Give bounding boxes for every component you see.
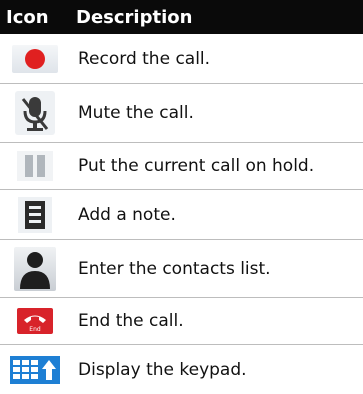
end-label: End	[29, 326, 41, 333]
note-icon	[0, 196, 70, 233]
row-description: Add a note.	[78, 204, 176, 225]
icon-column-header: Icon	[6, 6, 49, 28]
row-description: Put the current call on hold.	[78, 156, 315, 176]
contact-person-icon	[0, 246, 70, 291]
row-description: Mute the call.	[78, 103, 194, 123]
table-row: Record the call.	[0, 34, 363, 84]
table-row: Add a note.	[0, 190, 363, 240]
table-row: Mute the call.	[0, 84, 363, 143]
row-description: Record the call.	[78, 48, 211, 69]
row-description: Enter the contacts list.	[78, 258, 271, 279]
pause-icon	[0, 151, 70, 181]
end-call-icon: End	[0, 308, 70, 334]
table-row: End End the call.	[0, 298, 363, 345]
icon-description-table: Icon Description Record the call. Mute t…	[0, 0, 363, 394]
row-description: End the call.	[78, 311, 184, 331]
row-description: Display the keypad.	[78, 359, 247, 380]
table-header: Icon Description	[0, 0, 363, 34]
keypad-icon	[0, 355, 70, 384]
table-row: Enter the contacts list.	[0, 240, 363, 298]
mute-microphone-icon	[0, 91, 70, 135]
record-icon	[0, 44, 70, 74]
table-row: Display the keypad.	[0, 345, 363, 394]
description-column-header: Description	[76, 6, 193, 28]
table-row: Put the current call on hold.	[0, 143, 363, 190]
